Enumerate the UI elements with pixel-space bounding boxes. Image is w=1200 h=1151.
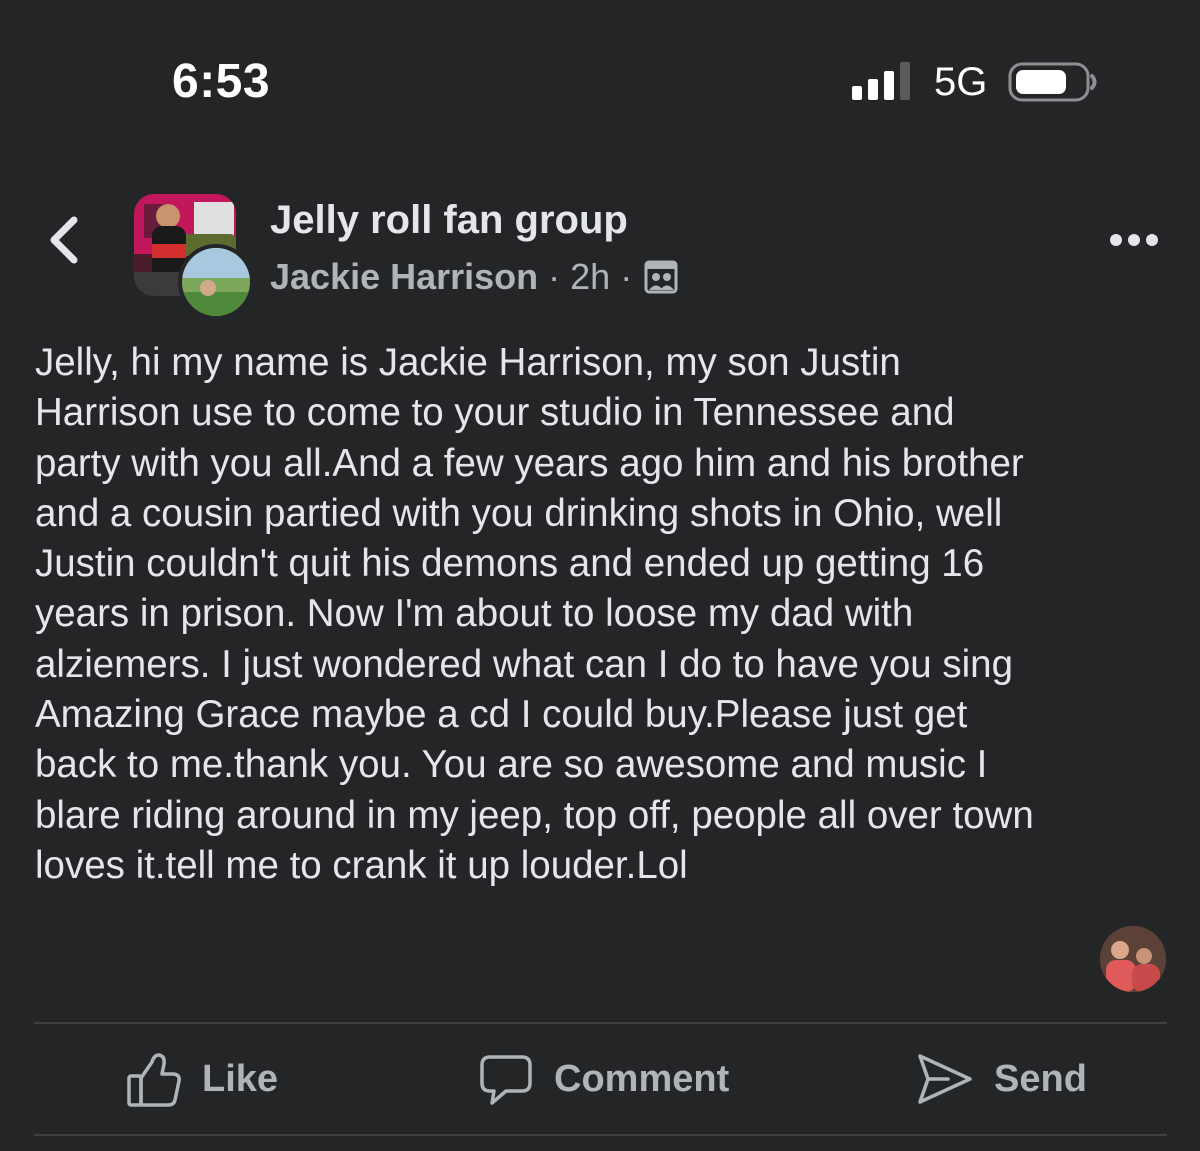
- battery-icon: [1008, 62, 1097, 102]
- meta-separator-2: ·: [620, 256, 633, 297]
- comment-bubble-icon: [480, 1055, 532, 1105]
- post-meta: Jackie Harrison · 2h ·: [270, 254, 678, 300]
- send-label: Send: [994, 1057, 1087, 1100]
- group-members-icon: [644, 260, 678, 294]
- like-label: Like: [202, 1057, 279, 1100]
- seen-by-photo: [1100, 926, 1166, 992]
- back-chevron-icon[interactable]: [40, 210, 100, 270]
- actions-divider-top: [34, 1022, 1167, 1024]
- comment-button[interactable]: Comment: [478, 1046, 729, 1112]
- author-avatar[interactable]: [178, 244, 254, 320]
- actions-divider-bottom: [34, 1134, 1167, 1136]
- author-name[interactable]: Jackie Harrison: [270, 256, 538, 298]
- author-photo: [182, 248, 250, 316]
- seen-by-avatar[interactable]: [1100, 926, 1166, 992]
- more-options-icon[interactable]: [1102, 218, 1166, 262]
- network-type: 5G: [934, 60, 988, 104]
- status-time: 6:53: [172, 55, 271, 108]
- post-text: Jelly, hi my name is Jackie Harrison, my…: [35, 341, 1034, 887]
- cellular-signal-icon: [852, 62, 910, 100]
- post-time[interactable]: 2h: [570, 256, 610, 298]
- send-button[interactable]: Send: [916, 1046, 1087, 1112]
- comment-label: Comment: [554, 1057, 730, 1100]
- like-button[interactable]: Like: [126, 1046, 278, 1112]
- thumbs-up-icon: [127, 1053, 181, 1107]
- group-name[interactable]: Jelly roll fan group: [270, 196, 628, 244]
- send-arrow-icon: [918, 1054, 972, 1104]
- meta-separator: ·: [548, 256, 561, 297]
